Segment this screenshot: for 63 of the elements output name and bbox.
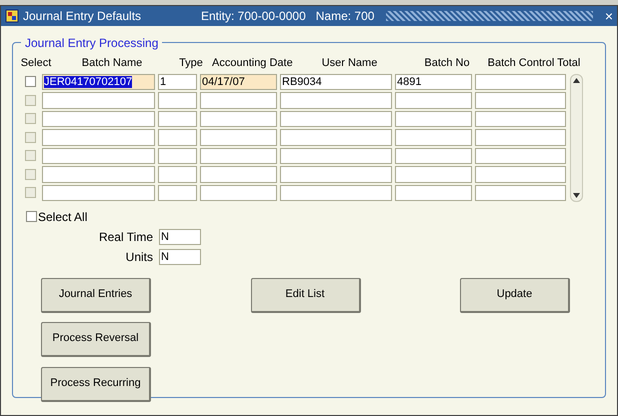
window-title: Journal Entry Defaults	[23, 8, 142, 25]
column-header: Batch Control Total	[487, 56, 581, 71]
table-cell[interactable]	[200, 129, 277, 146]
table-cell[interactable]	[475, 184, 566, 201]
table-cell[interactable]	[280, 166, 392, 182]
column-header: Select	[20, 56, 52, 71]
column-header: Accounting Date	[212, 56, 292, 71]
table-cell[interactable]	[395, 184, 472, 201]
table-cell[interactable]	[158, 184, 197, 201]
table-cell[interactable]	[200, 148, 277, 164]
table-cell[interactable]	[200, 110, 277, 127]
table-cell[interactable]: RB9034	[280, 74, 392, 90]
table-cell[interactable]	[280, 148, 392, 164]
table-cell[interactable]	[395, 166, 472, 182]
column-header: User Name	[320, 56, 378, 71]
action-button[interactable]: Edit List	[250, 278, 360, 312]
scrollbar[interactable]	[570, 74, 583, 202]
table-cell[interactable]	[280, 110, 392, 127]
table-cell[interactable]	[280, 184, 392, 201]
field-label: Real Time	[98, 228, 154, 246]
action-button[interactable]: Process Reversal	[41, 322, 151, 356]
field-label: Units	[124, 248, 154, 266]
table-cell[interactable]	[395, 129, 472, 146]
checkbox[interactable]	[24, 76, 36, 88]
table-cell[interactable]	[475, 92, 566, 108]
table-cell[interactable]	[158, 92, 197, 108]
entity-label: Entity: 700-00-0000	[201, 8, 306, 25]
close-button[interactable]: ×	[604, 9, 613, 23]
table-cell[interactable]	[158, 148, 197, 164]
table-cell[interactable]	[280, 92, 392, 108]
column-header: Batch Name	[80, 56, 144, 71]
table-cell[interactable]	[475, 110, 566, 127]
table-cell[interactable]	[475, 74, 566, 90]
checkbox-label: Select All	[38, 208, 88, 226]
table-cell[interactable]: 1	[158, 74, 197, 90]
table-cell[interactable]	[395, 110, 472, 127]
action-button[interactable]: Process Recurring	[41, 366, 151, 402]
table-cell[interactable]	[158, 166, 197, 182]
table-cell[interactable]: 04/17/07	[200, 74, 277, 90]
table-cell[interactable]	[200, 92, 277, 108]
table-cell[interactable]: 4891	[395, 74, 472, 90]
table-cell[interactable]	[158, 110, 197, 127]
action-button[interactable]: Journal Entries	[41, 278, 151, 312]
table-cell[interactable]	[475, 166, 566, 182]
name-label: Name: 700	[316, 8, 374, 25]
scroll-up-icon[interactable]	[573, 78, 580, 82]
table-cell[interactable]	[475, 148, 566, 164]
action-button[interactable]: Update	[460, 278, 570, 312]
table-cell[interactable]	[280, 129, 392, 146]
table-cell[interactable]: JER04170702107	[42, 74, 155, 90]
scroll-down-icon[interactable]	[573, 192, 580, 198]
table-cell[interactable]	[475, 129, 566, 146]
table-cell[interactable]	[200, 184, 277, 201]
input-field[interactable]: N	[159, 248, 201, 264]
column-header: Type	[178, 56, 204, 71]
table-cell[interactable]	[158, 129, 197, 146]
column-header: Batch No	[423, 56, 471, 71]
app-icon	[5, 9, 19, 23]
input-field[interactable]: N	[159, 228, 201, 244]
table-cell[interactable]	[200, 166, 277, 182]
checkbox[interactable]	[26, 211, 37, 222]
table-cell[interactable]	[395, 148, 472, 164]
table-cell[interactable]	[395, 92, 472, 108]
